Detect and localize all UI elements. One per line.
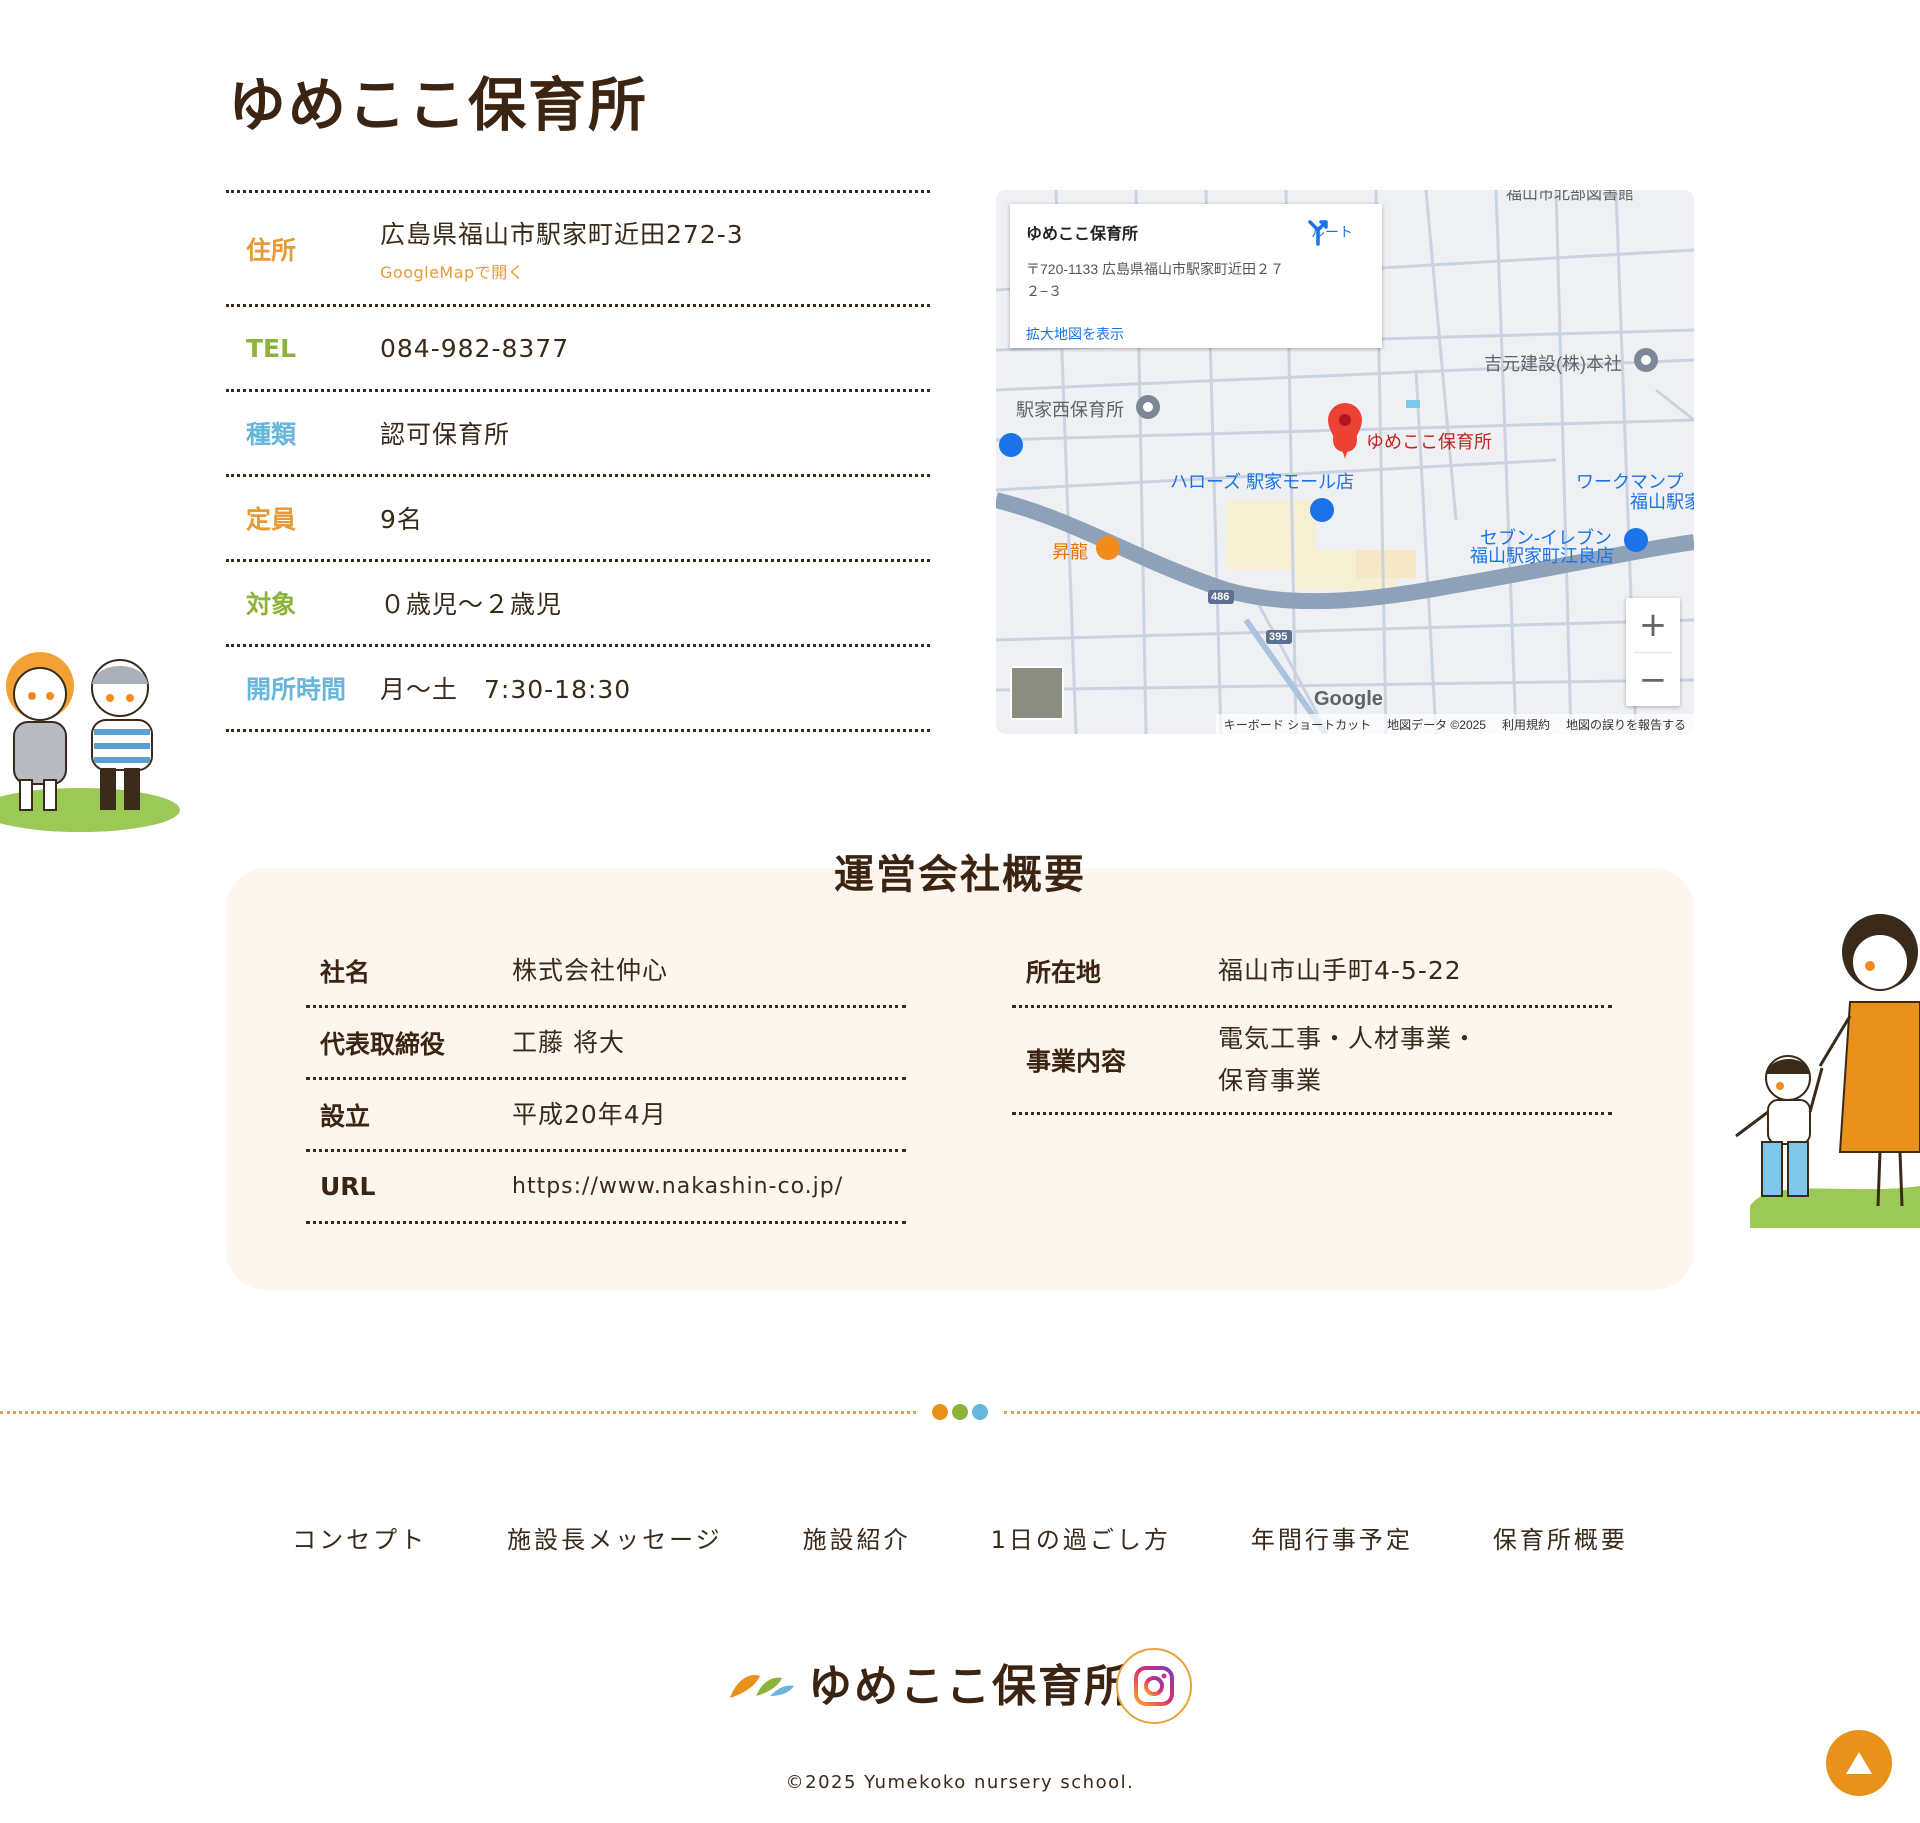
map-report-error-link[interactable]: 地図の誤りを報告する [1566, 716, 1686, 733]
info-label-target: 対象 [246, 590, 297, 619]
company-label-business: 事業内容 [1026, 1047, 1127, 1076]
info-label-capacity: 定員 [246, 505, 297, 534]
company-value-business: 電気工事・人材事業・ 保育事業 [1218, 1018, 1478, 1102]
company-column-right: 所在地 福山市山手町4-5-22 事業内容 電気工事・人材事業・ 保育事業 [1012, 936, 1612, 1115]
info-label-tel: TEL [246, 333, 297, 363]
footer-logo-text: ゆめここ保育所 [808, 1661, 1130, 1712]
company-value-business-line1: 電気工事・人材事業・ [1218, 1024, 1479, 1053]
instagram-icon [1134, 1666, 1174, 1706]
info-value-hours: 月～土 7:30-18:30 [380, 675, 632, 704]
footer-nav-annual-events[interactable]: 年間行事予定 [1251, 1520, 1413, 1555]
company-label-location: 所在地 [1026, 957, 1102, 987]
map-label-halows[interactable]: ハローズ 駅家モール店 [1170, 468, 1354, 494]
map-road-395: 395 [1269, 631, 1288, 643]
map-label-seven-2[interactable]: 福山駅家町江良店 [1470, 542, 1614, 568]
company-row-founded: 設立 平成20年4月 [306, 1080, 906, 1152]
zoom-in-button[interactable]: + [1626, 598, 1680, 652]
map-road-486: 486 [1211, 591, 1230, 603]
footer-nav-director-message[interactable]: 施設長メッセージ [507, 1520, 723, 1555]
company-section-title: 運営会社概要 [834, 852, 1086, 898]
company-label-representative: 代表取締役 [320, 1029, 446, 1059]
company-row-name: 社名 株式会社仲心 [306, 936, 906, 1008]
company-value-business-line2: 保育事業 [1218, 1066, 1323, 1095]
map-label-shoryu[interactable]: 昇龍 [1052, 538, 1088, 564]
map-route-button[interactable]: ルート [1304, 218, 1360, 246]
info-value-type: 認可保育所 [380, 420, 511, 449]
triangle-up-icon [1846, 1752, 1872, 1774]
footer-nav-facility[interactable]: 施設紹介 [803, 1520, 911, 1555]
info-row-address: 住所 広島県福山市駅家町近田272-3 GoogleMapで開く [226, 193, 930, 307]
zoom-out-button[interactable]: − [1626, 653, 1680, 707]
map-keyboard-shortcuts[interactable]: キーボード ショートカット [1224, 716, 1371, 733]
company-url-link[interactable]: https://www.nakashin-co.jp/ [512, 1166, 843, 1208]
footer-logo[interactable]: ゆめここ保育所 [726, 1650, 1130, 1714]
map-label-pin[interactable]: ゆめここ保育所 [1366, 428, 1492, 454]
info-value-tel[interactable]: 084-982-8377 [380, 334, 569, 363]
map-footer: キーボード ショートカット 地図データ ©2025 利用規約 地図の誤りを報告す… [1215, 714, 1694, 734]
company-row-representative: 代表取締役 工藤 将大 [306, 1008, 906, 1080]
info-label-hours: 開所時間 [246, 675, 347, 704]
footer-nav-concept[interactable]: コンセプト [292, 1520, 427, 1555]
company-value-founded: 平成20年4月 [512, 1099, 667, 1129]
map-terms-link[interactable]: 利用規約 [1502, 716, 1550, 733]
divider-dot-orange [932, 1404, 948, 1420]
map-data-credit: 地図データ ©2025 [1387, 717, 1486, 732]
company-value-representative: 工藤 将大 [512, 1027, 625, 1057]
company-column-left: 社名 株式会社仲心 代表取締役 工藤 将大 設立 平成20年4月 URL htt… [306, 936, 906, 1224]
map-enlarge-link[interactable]: 拡大地図を表示 [1026, 324, 1124, 344]
map-label-workman-2[interactable]: 福山駅家 [1630, 488, 1694, 514]
logo-mark-icon [730, 1674, 794, 1698]
map-info-card: ゆめここ保育所 〒720-1133 広島県福山市駅家町近田２７２−３ 拡大地図を… [1010, 204, 1382, 348]
company-overview-panel: 社名 株式会社仲心 代表取締役 工藤 将大 設立 平成20年4月 URL htt… [226, 868, 1694, 1290]
info-label-address: 住所 [246, 235, 297, 265]
map-card-address: 〒720-1133 広島県福山市駅家町近田２７２−３ [1026, 261, 1285, 299]
section-divider [0, 1402, 1920, 1422]
scroll-to-top-button[interactable] [1826, 1730, 1892, 1796]
divider-dot-blue [972, 1404, 988, 1420]
map-satellite-toggle[interactable] [1010, 666, 1064, 720]
map-zoom-controls: + − [1626, 598, 1680, 706]
footer-nav-daily-schedule[interactable]: 1日の過ごし方 [991, 1520, 1171, 1555]
kids-illustration [0, 652, 180, 832]
google-logo: Google [1314, 688, 1383, 710]
info-row-tel: TEL 084-982-8377 [226, 307, 930, 392]
company-label-name: 社名 [320, 957, 371, 987]
info-row-type: 種類 認可保育所 [226, 392, 930, 477]
info-value-target: ０歳児～２歳児 [380, 590, 563, 619]
mother-child-illustration [1735, 914, 1920, 1228]
info-row-hours: 開所時間 月～土 7:30-18:30 [226, 647, 930, 732]
map-label-west-nursery[interactable]: 駅家西保育所 [1016, 396, 1124, 422]
info-value-capacity: 9名 [380, 505, 423, 534]
company-label-url: URL [320, 1172, 376, 1201]
company-value-name: 株式会社仲心 [512, 955, 669, 985]
footer-nav: コンセプト 施設長メッセージ 施設紹介 1日の過ごし方 年間行事予定 保育所概要 [0, 1520, 1920, 1555]
footer-nav-overview[interactable]: 保育所概要 [1493, 1520, 1628, 1555]
map-label-yoshimoto[interactable]: 吉元建設(株)本社 [1484, 350, 1622, 376]
company-row-url: URL https://www.nakashin-co.jp/ [306, 1152, 906, 1224]
map-label-top-cut: 福山市北部図書館 [1506, 190, 1635, 203]
company-row-business: 事業内容 電気工事・人材事業・ 保育事業 [1012, 1008, 1612, 1115]
company-label-founded: 設立 [320, 1101, 371, 1131]
page-title: ゆめここ保育所 [228, 71, 649, 139]
info-row-capacity: 定員 9名 [226, 477, 930, 562]
divider-dot-green [952, 1404, 968, 1420]
company-value-location: 福山市山手町4-5-22 [1218, 955, 1462, 985]
instagram-button[interactable] [1116, 1648, 1192, 1724]
info-value-address: 広島県福山市駅家町近田272-3 [380, 219, 744, 249]
googlemap-link[interactable]: GoogleMapで開く [380, 259, 744, 283]
facility-info-table: 住所 広島県福山市駅家町近田272-3 GoogleMapで開く TEL 084… [226, 190, 930, 732]
google-map[interactable]: 福山市北部図書館 ゆめここ保育所 駅家西保育所 吉元建設(株)本社 ハローズ 駅… [996, 190, 1694, 734]
copyright: ©2025 Yumekoko nursery school. [785, 1772, 1135, 1793]
info-row-target: 対象 ０歳児～２歳児 [226, 562, 930, 647]
company-row-location: 所在地 福山市山手町4-5-22 [1012, 936, 1612, 1008]
info-label-type: 種類 [246, 420, 297, 449]
